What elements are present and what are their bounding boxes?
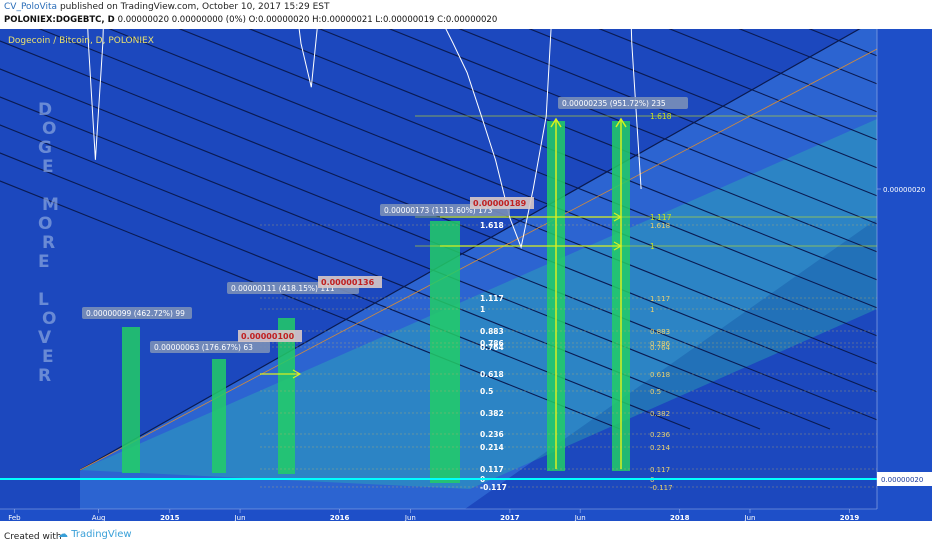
created-with-text: Created with: [4, 532, 62, 542]
side-letter: M: [42, 195, 59, 215]
fib-label-right: 0.382: [650, 410, 670, 418]
fib-label: 1.117: [480, 294, 504, 303]
fib-label: 0.5: [480, 387, 493, 396]
side-letter: O: [42, 119, 56, 139]
x-tick-label: Jun: [404, 514, 416, 521]
x-tick-label: Jun: [574, 514, 586, 521]
x-tick-label: Jun: [744, 514, 756, 521]
high-price-label: 0.00000136: [321, 278, 375, 287]
x-tick-label: 2019: [840, 514, 860, 521]
fib-label: 0.214: [480, 443, 504, 452]
side-letter: L: [38, 290, 49, 310]
high-price-label: 0.00000189: [473, 199, 527, 208]
side-letter: R: [38, 366, 51, 386]
side-letter: O: [38, 214, 52, 234]
x-tick-label: 2017: [500, 514, 520, 521]
side-letter: G: [38, 138, 52, 158]
fib-label-right: 0.618: [650, 371, 670, 379]
author-link[interactable]: CV_PoloVita: [4, 2, 57, 12]
measure-label: 0.00000063 (176.67%) 63: [154, 343, 253, 352]
x-tick-label: 2016: [330, 514, 350, 521]
fib-label-right: 0.117: [650, 466, 670, 474]
upper-fib-label: 1: [650, 242, 655, 251]
side-letter: E: [42, 157, 54, 177]
fib-label: 0.764: [480, 343, 504, 352]
side-letter: R: [42, 233, 55, 253]
price-chart[interactable]: 1.618 1.6181.117 1.1171 10.883 0.8830.786 0.7…: [0, 29, 932, 521]
fib-label-right: 0.764: [650, 344, 671, 352]
fib-label-right: 0.214: [650, 444, 671, 452]
x-tick-label: Feb: [8, 514, 21, 521]
side-letter: V: [38, 328, 52, 348]
x-tick-label: Jun: [234, 514, 246, 521]
x-tick-label: Aug: [92, 514, 106, 521]
target-bar: [212, 359, 226, 473]
fib-label-right: 1: [650, 306, 654, 314]
upper-fib-label: 1.618: [650, 112, 672, 121]
price-axis: [877, 29, 932, 521]
fib-label: 1.618: [480, 221, 504, 230]
fib-label: 0.236: [480, 430, 504, 439]
x-tick-label: 2018: [670, 514, 690, 521]
fib-label: 0.117: [480, 465, 504, 474]
fib-label: -0.117: [480, 483, 507, 492]
fib-label: 0.382: [480, 409, 504, 418]
published-text: published on TradingView.com, October 10…: [57, 2, 330, 12]
publish-header: CV_PoloVita published on TradingView.com…: [4, 2, 330, 12]
x-tick-label: 2015: [160, 514, 180, 521]
high-price-label: 0.00000100: [241, 332, 295, 341]
side-letter: E: [42, 347, 54, 367]
tradingview-brand: TradingView: [71, 529, 132, 540]
measure-label: 0.00000235 (951.72%) 235: [562, 99, 666, 108]
target-bar: [430, 221, 460, 483]
target-bar: [122, 327, 140, 473]
upper-fib-label: 1.117: [650, 213, 672, 222]
fib-label-right: 0.236: [650, 431, 671, 439]
current-price-label: 0.00000020: [881, 476, 923, 484]
fib-label-right: 1.618: [650, 222, 670, 230]
side-letter: D: [38, 100, 52, 120]
footer: Created with ☁ TradingView: [0, 524, 932, 550]
tradingview-logo[interactable]: ☁ TradingView: [58, 529, 132, 540]
fib-label-right: 1.117: [650, 295, 670, 303]
ohlc-readout: 0.00000020 0.00000000 (0%) O:0.00000020 …: [117, 15, 498, 25]
measure-label: 0.00000099 (462.72%) 99: [86, 309, 185, 318]
symbol-header: POLONIEX:DOGEBTC, D 0.00000020 0.0000000…: [4, 15, 497, 25]
fib-label: 1: [480, 305, 485, 314]
side-letter: O: [42, 309, 56, 329]
fib-label-right: -0.117: [650, 484, 673, 492]
fib-label: 0.618: [480, 370, 504, 379]
symbol-line: POLONIEX:DOGEBTC, D: [4, 15, 115, 25]
y-tick-label: 0.00000020: [883, 186, 925, 194]
side-letter: E: [38, 252, 50, 272]
fib-label-right: 0.883: [650, 328, 670, 336]
chart-title: Dogecoin / Bitcoin, D, POLONIEX: [8, 36, 154, 46]
fib-label-right: 0.5: [650, 388, 661, 396]
fib-label: 0.883: [480, 327, 504, 336]
